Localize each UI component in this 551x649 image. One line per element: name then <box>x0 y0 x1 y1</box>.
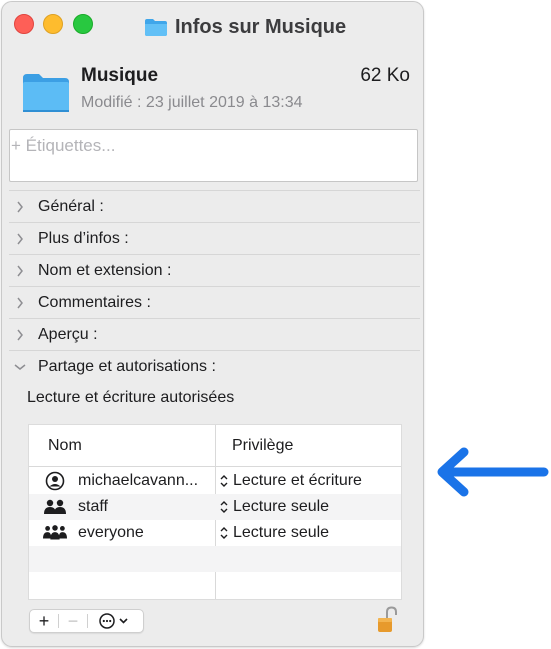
permission-caption: Lecture et écriture autorisées <box>27 389 235 406</box>
add-user-button[interactable]: + <box>30 610 58 632</box>
chevron-right-icon <box>9 329 31 341</box>
privilege-value: Lecture seule <box>233 498 330 515</box>
everyone-icon <box>43 523 67 543</box>
file-name: Musique <box>81 65 159 86</box>
section-label: Général : <box>38 197 104 215</box>
section-label: Partage et autorisations : <box>38 357 216 375</box>
privilege-value: Lecture et écriture <box>233 472 362 489</box>
chevron-right-icon <box>9 297 31 309</box>
table-row[interactable]: staff Lecture seule <box>29 494 401 520</box>
table-header: Nom Privilège <box>29 425 401 467</box>
permissions-toolbar: + − <box>29 609 144 633</box>
section-sharing-permissions[interactable]: Partage et autorisations : <box>9 350 420 382</box>
column-header-privilege[interactable]: Privilège <box>232 437 293 455</box>
file-size: 62 Ko <box>360 65 410 86</box>
chevron-down-icon <box>9 363 31 371</box>
empty-row <box>29 546 401 572</box>
folder-icon <box>145 19 167 36</box>
privilege-popup[interactable]: Lecture et écriture <box>217 472 362 490</box>
window-title: Infos sur Musique <box>175 15 347 38</box>
arrow-annotation-icon <box>437 447 549 497</box>
folder-icon <box>23 74 69 112</box>
user-name: staff <box>78 498 108 515</box>
permissions-table: Nom Privilège michaelcavann... Lecture e… <box>28 424 402 600</box>
privilege-value: Lecture seule <box>233 524 330 541</box>
action-menu-button[interactable] <box>88 610 143 632</box>
section-label: Commentaires : <box>38 293 151 311</box>
lock-icon[interactable] <box>376 606 398 634</box>
privilege-popup[interactable]: Lecture seule <box>217 498 329 516</box>
empty-row <box>29 572 401 598</box>
zoom-button[interactable] <box>73 14 93 34</box>
section-name-extension[interactable]: Nom et extension : <box>9 254 420 286</box>
file-modified-date: Modifié : 23 juillet 2019 à 13:34 <box>81 94 303 111</box>
remove-user-button[interactable]: − <box>59 610 87 632</box>
section-general[interactable]: Général : <box>9 190 420 222</box>
privilege-popup[interactable]: Lecture seule <box>217 524 329 542</box>
section-more-info[interactable]: Plus d’infos : <box>9 222 420 254</box>
tags-field[interactable]: + Étiquettes... <box>9 129 418 182</box>
updown-chevron-icon <box>220 501 228 513</box>
chevron-right-icon <box>9 265 31 277</box>
updown-chevron-icon <box>220 527 228 539</box>
table-row[interactable]: everyone Lecture seule <box>29 520 401 546</box>
section-label: Plus d’infos : <box>38 229 129 247</box>
user-name: michaelcavann... <box>78 472 199 489</box>
updown-chevron-icon <box>220 475 228 487</box>
column-header-name[interactable]: Nom <box>48 437 82 455</box>
info-window: Infos sur Musique Musique 62 Ko Modifié … <box>1 1 424 647</box>
user-name: everyone <box>78 524 144 541</box>
chevron-right-icon <box>9 201 31 213</box>
table-row[interactable]: michaelcavann... Lecture et écriture <box>29 468 401 494</box>
close-button[interactable] <box>14 14 34 34</box>
window-title-group: Infos sur Musique <box>144 14 346 40</box>
section-label: Nom et extension : <box>38 261 172 279</box>
chevron-right-icon <box>9 233 31 245</box>
title-bar[interactable]: Infos sur Musique <box>2 2 423 50</box>
section-comments[interactable]: Commentaires : <box>9 286 420 318</box>
section-preview[interactable]: Aperçu : <box>9 318 420 350</box>
section-label: Aperçu : <box>38 325 98 343</box>
user-icon <box>43 471 67 491</box>
minimize-button[interactable] <box>43 14 63 34</box>
group-icon <box>43 497 67 517</box>
ellipsis-circle-icon <box>98 613 128 629</box>
